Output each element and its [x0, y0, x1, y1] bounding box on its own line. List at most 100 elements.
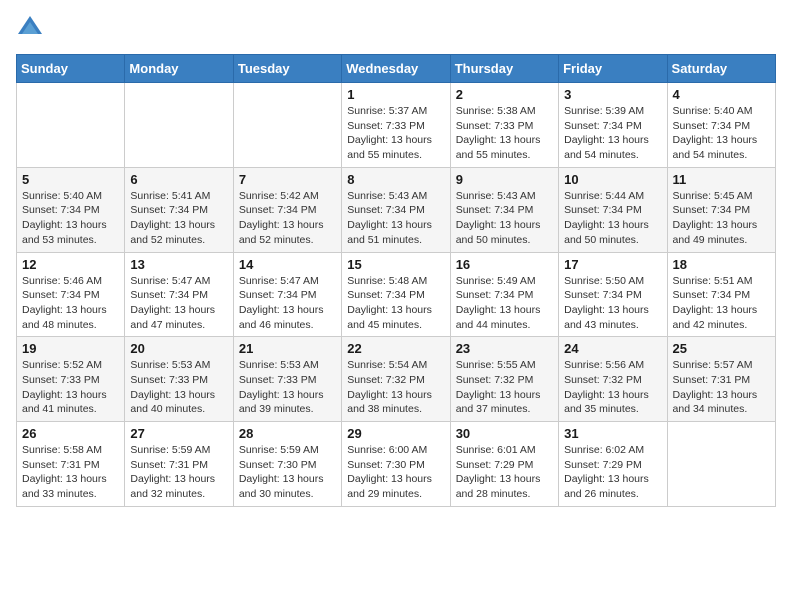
day-number: 23 [456, 341, 553, 356]
day-info: Sunrise: 5:54 AMSunset: 7:32 PMDaylight:… [347, 358, 444, 417]
day-number: 9 [456, 172, 553, 187]
calendar-cell: 22 Sunrise: 5:54 AMSunset: 7:32 PMDayligh… [342, 337, 450, 422]
day-info: Sunrise: 5:57 AMSunset: 7:31 PMDaylight:… [673, 358, 770, 417]
calendar-cell: 6 Sunrise: 5:41 AMSunset: 7:34 PMDaylight… [125, 167, 233, 252]
logo [16, 16, 48, 44]
day-number: 17 [564, 257, 661, 272]
calendar-cell: 5 Sunrise: 5:40 AMSunset: 7:34 PMDaylight… [17, 167, 125, 252]
calendar-cell: 28 Sunrise: 5:59 AMSunset: 7:30 PMDayligh… [233, 422, 341, 507]
day-info: Sunrise: 5:43 AMSunset: 7:34 PMDaylight:… [347, 189, 444, 248]
weekday-header: Saturday [667, 55, 775, 83]
calendar-cell [667, 422, 775, 507]
day-number: 13 [130, 257, 227, 272]
day-info: Sunrise: 5:51 AMSunset: 7:34 PMDaylight:… [673, 274, 770, 333]
logo-icon [16, 14, 44, 42]
calendar-week-row: 26 Sunrise: 5:58 AMSunset: 7:31 PMDayligh… [17, 422, 776, 507]
calendar-cell: 7 Sunrise: 5:42 AMSunset: 7:34 PMDaylight… [233, 167, 341, 252]
day-number: 28 [239, 426, 336, 441]
day-info: Sunrise: 6:00 AMSunset: 7:30 PMDaylight:… [347, 443, 444, 502]
day-info: Sunrise: 5:53 AMSunset: 7:33 PMDaylight:… [130, 358, 227, 417]
day-info: Sunrise: 5:46 AMSunset: 7:34 PMDaylight:… [22, 274, 119, 333]
day-info: Sunrise: 5:40 AMSunset: 7:34 PMDaylight:… [22, 189, 119, 248]
day-number: 7 [239, 172, 336, 187]
day-info: Sunrise: 5:37 AMSunset: 7:33 PMDaylight:… [347, 104, 444, 163]
calendar-cell [17, 83, 125, 168]
day-number: 1 [347, 87, 444, 102]
day-number: 3 [564, 87, 661, 102]
day-number: 20 [130, 341, 227, 356]
calendar-cell: 31Sunrise: 6:02 AMSunset: 7:29 PMDayligh… [559, 422, 667, 507]
calendar-cell: 25 Sunrise: 5:57 AMSunset: 7:31 PMDayligh… [667, 337, 775, 422]
day-info: Sunrise: 5:41 AMSunset: 7:34 PMDaylight:… [130, 189, 227, 248]
day-info: Sunrise: 5:39 AMSunset: 7:34 PMDaylight:… [564, 104, 661, 163]
calendar-cell [233, 83, 341, 168]
day-info: Sunrise: 5:52 AMSunset: 7:33 PMDaylight:… [22, 358, 119, 417]
weekday-header: Friday [559, 55, 667, 83]
weekday-header: Tuesday [233, 55, 341, 83]
day-number: 5 [22, 172, 119, 187]
calendar-cell: 11Sunrise: 5:45 AMSunset: 7:34 PMDayligh… [667, 167, 775, 252]
day-number: 18 [673, 257, 770, 272]
day-info: Sunrise: 5:42 AMSunset: 7:34 PMDaylight:… [239, 189, 336, 248]
day-number: 2 [456, 87, 553, 102]
day-number: 15 [347, 257, 444, 272]
calendar-cell: 15 Sunrise: 5:48 AMSunset: 7:34 PMDayligh… [342, 252, 450, 337]
calendar-week-row: 12Sunrise: 5:46 AMSunset: 7:34 PMDayligh… [17, 252, 776, 337]
day-info: Sunrise: 6:02 AMSunset: 7:29 PMDaylight:… [564, 443, 661, 502]
weekday-header: Thursday [450, 55, 558, 83]
day-number: 30 [456, 426, 553, 441]
day-info: Sunrise: 5:43 AMSunset: 7:34 PMDaylight:… [456, 189, 553, 248]
day-number: 8 [347, 172, 444, 187]
calendar-week-row: 19 Sunrise: 5:52 AMSunset: 7:33 PMDayligh… [17, 337, 776, 422]
calendar-cell: 2 Sunrise: 5:38 AMSunset: 7:33 PMDaylight… [450, 83, 558, 168]
calendar-cell: 20 Sunrise: 5:53 AMSunset: 7:33 PMDayligh… [125, 337, 233, 422]
page-header [16, 16, 776, 44]
day-number: 10 [564, 172, 661, 187]
day-number: 25 [673, 341, 770, 356]
calendar-cell: 1 Sunrise: 5:37 AMSunset: 7:33 PMDaylight… [342, 83, 450, 168]
calendar-header-row: SundayMondayTuesdayWednesdayThursdayFrid… [17, 55, 776, 83]
day-number: 4 [673, 87, 770, 102]
day-number: 22 [347, 341, 444, 356]
day-number: 27 [130, 426, 227, 441]
day-info: Sunrise: 5:59 AMSunset: 7:31 PMDaylight:… [130, 443, 227, 502]
calendar-cell: 19 Sunrise: 5:52 AMSunset: 7:33 PMDayligh… [17, 337, 125, 422]
day-number: 16 [456, 257, 553, 272]
calendar-week-row: 5 Sunrise: 5:40 AMSunset: 7:34 PMDaylight… [17, 167, 776, 252]
day-info: Sunrise: 5:59 AMSunset: 7:30 PMDaylight:… [239, 443, 336, 502]
calendar-cell: 16Sunrise: 5:49 AMSunset: 7:34 PMDayligh… [450, 252, 558, 337]
calendar-cell: 30Sunrise: 6:01 AMSunset: 7:29 PMDayligh… [450, 422, 558, 507]
day-info: Sunrise: 5:48 AMSunset: 7:34 PMDaylight:… [347, 274, 444, 333]
day-number: 6 [130, 172, 227, 187]
calendar-cell: 27 Sunrise: 5:59 AMSunset: 7:31 PMDayligh… [125, 422, 233, 507]
calendar-cell: 18 Sunrise: 5:51 AMSunset: 7:34 PMDayligh… [667, 252, 775, 337]
day-number: 24 [564, 341, 661, 356]
day-info: Sunrise: 5:55 AMSunset: 7:32 PMDaylight:… [456, 358, 553, 417]
day-number: 26 [22, 426, 119, 441]
weekday-header: Monday [125, 55, 233, 83]
day-number: 29 [347, 426, 444, 441]
calendar-cell: 26 Sunrise: 5:58 AMSunset: 7:31 PMDayligh… [17, 422, 125, 507]
day-info: Sunrise: 5:40 AMSunset: 7:34 PMDaylight:… [673, 104, 770, 163]
day-number: 19 [22, 341, 119, 356]
calendar-table: SundayMondayTuesdayWednesdayThursdayFrid… [16, 54, 776, 507]
calendar-cell: 3 Sunrise: 5:39 AMSunset: 7:34 PMDaylight… [559, 83, 667, 168]
day-number: 11 [673, 172, 770, 187]
day-info: Sunrise: 5:58 AMSunset: 7:31 PMDaylight:… [22, 443, 119, 502]
day-number: 14 [239, 257, 336, 272]
calendar-cell: 8 Sunrise: 5:43 AMSunset: 7:34 PMDaylight… [342, 167, 450, 252]
day-info: Sunrise: 5:56 AMSunset: 7:32 PMDaylight:… [564, 358, 661, 417]
day-info: Sunrise: 5:44 AMSunset: 7:34 PMDaylight:… [564, 189, 661, 248]
day-number: 21 [239, 341, 336, 356]
calendar-cell: 24 Sunrise: 5:56 AMSunset: 7:32 PMDayligh… [559, 337, 667, 422]
calendar-cell [125, 83, 233, 168]
day-info: Sunrise: 5:38 AMSunset: 7:33 PMDaylight:… [456, 104, 553, 163]
day-info: Sunrise: 5:47 AMSunset: 7:34 PMDaylight:… [130, 274, 227, 333]
calendar-cell: 12Sunrise: 5:46 AMSunset: 7:34 PMDayligh… [17, 252, 125, 337]
weekday-header: Wednesday [342, 55, 450, 83]
calendar-cell: 9 Sunrise: 5:43 AMSunset: 7:34 PMDaylight… [450, 167, 558, 252]
weekday-header: Sunday [17, 55, 125, 83]
calendar-cell: 14Sunrise: 5:47 AMSunset: 7:34 PMDayligh… [233, 252, 341, 337]
day-info: Sunrise: 5:50 AMSunset: 7:34 PMDaylight:… [564, 274, 661, 333]
calendar-cell: 10 Sunrise: 5:44 AMSunset: 7:34 PMDayligh… [559, 167, 667, 252]
